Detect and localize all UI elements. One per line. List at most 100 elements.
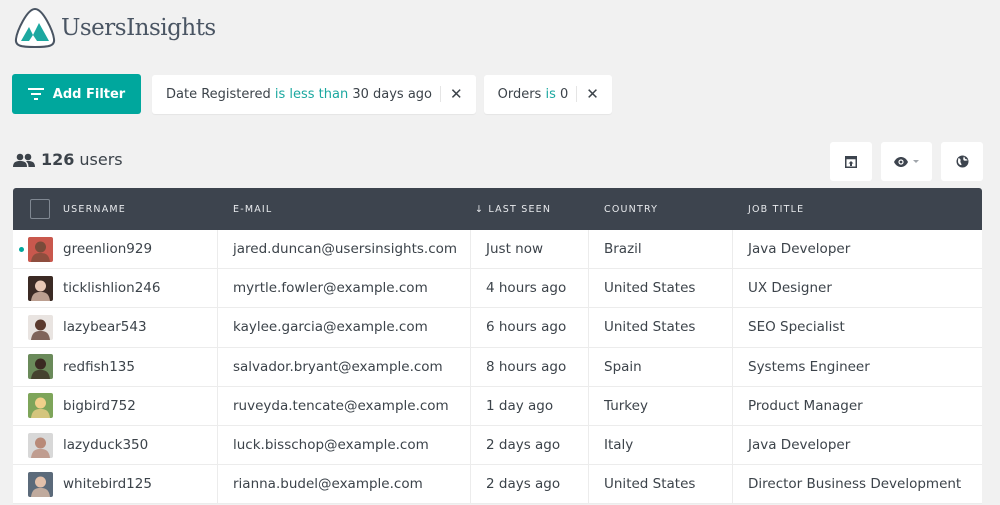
filter-value: 30 days ago [352,86,433,102]
close-icon[interactable]: ✕ [586,85,599,103]
job-title-cell: Director Business Development [733,465,982,503]
job-title-cell: Systems Engineer [733,348,982,386]
table-toolbar [830,142,983,181]
username-cell: lazybear543 [13,308,218,347]
last-seen-cell: 2 days ago [471,425,589,465]
country: Italy [604,437,634,454]
email: jared.duncan@usersinsights.com [233,241,458,258]
last-seen: 2 days ago [486,476,561,493]
email-cell: ruveyda.tencate@example.com [218,386,471,425]
table-row[interactable]: greenlion929 jared.duncan@usersinsights.… [13,230,982,270]
map-view-button[interactable] [941,142,983,181]
last-seen: 8 hours ago [486,358,567,375]
column-header-job-title[interactable]: JOB TITLE [748,204,804,215]
visible-columns-button[interactable] [881,142,932,181]
table-row[interactable]: lazybear543 kaylee.garcia@example.com 6 … [13,308,982,348]
add-filter-label: Add Filter [52,86,126,102]
last-seen-cell: 8 hours ago [471,347,589,386]
username-cell: lazyduck350 [13,425,218,465]
last-seen: Just now [486,241,544,258]
users-table: USERNAME E-MAIL ↓ LAST SEEN COUNTRY JOB … [13,188,982,505]
select-all-checkbox[interactable] [30,199,50,219]
username-cell: ticklishlion246 [13,269,218,308]
username[interactable]: lazybear543 [63,319,147,335]
avatar[interactable] [28,314,53,340]
username[interactable]: redfish135 [63,359,135,375]
column-header-email[interactable]: E-MAIL [233,204,272,215]
last-seen-cell: Just now [471,230,589,269]
job-title-cell: Java Developer [733,230,982,268]
globe-icon [956,155,968,168]
last-seen: 2 days ago [486,437,561,454]
username[interactable]: bigbird752 [63,398,136,414]
filter-pill-orders[interactable]: Orders is 0 ✕ [483,74,612,114]
email: myrtle.fowler@example.com [233,280,428,297]
country-cell: United States [589,269,733,308]
job-title-cell: Java Developer [733,426,982,464]
export-icon [845,155,857,168]
table-body: greenlion929 jared.duncan@usersinsights.… [13,230,982,505]
filter-bar: Add Filter Date Registered is less than … [12,74,612,114]
country-cell: Brazil [589,230,733,269]
column-header-country[interactable]: COUNTRY [604,204,658,215]
close-icon[interactable]: ✕ [450,85,463,103]
job-title: Java Developer [748,437,851,454]
eye-icon [894,156,908,167]
filter-field: Orders [497,86,542,102]
filter-operator: is less than [274,86,349,102]
avatar[interactable] [28,471,53,497]
table-row[interactable]: lazyduck350 luck.bisschop@example.com 2 … [13,425,982,466]
username[interactable]: greenlion929 [63,241,152,257]
avatar[interactable] [28,432,53,458]
table-header: USERNAME E-MAIL ↓ LAST SEEN COUNTRY JOB … [13,188,982,230]
email: rianna.budel@example.com [233,476,423,493]
country-cell: United States [589,308,733,347]
last-seen: 6 hours ago [486,319,567,336]
email: luck.bisschop@example.com [233,437,429,454]
user-count-label: users [79,150,123,169]
avatar[interactable] [28,275,53,301]
email-cell: salvador.bryant@example.com [218,347,471,386]
job-title: UX Designer [748,280,832,297]
add-filter-button[interactable]: Add Filter [12,74,141,114]
job-title: Java Developer [748,241,851,258]
last-seen-cell: 6 hours ago [471,308,589,347]
username-cell: greenlion929 [13,230,218,269]
avatar[interactable] [28,236,53,262]
user-count-number: 126 [41,150,75,169]
users-icon [13,153,35,167]
export-button[interactable] [830,142,872,181]
avatar[interactable] [28,393,53,419]
last-seen-cell: 1 day ago [471,386,589,425]
email: kaylee.garcia@example.com [233,319,428,336]
table-row[interactable]: ticklishlion246 myrtle.fowler@example.co… [13,269,982,309]
divider [576,86,578,102]
table-row[interactable]: whitebird125 rianna.budel@example.com 2 … [13,465,982,505]
column-header-last-seen[interactable]: ↓ LAST SEEN [475,204,551,215]
table-row[interactable]: bigbird752 ruveyda.tencate@example.com 1… [13,386,982,426]
country-cell: Italy [589,425,733,465]
country-cell: United States [589,465,733,504]
email-cell: myrtle.fowler@example.com [218,269,471,308]
email: salvador.bryant@example.com [233,358,443,375]
app-name: UsersInsights [61,15,216,41]
column-header-username[interactable]: USERNAME [63,204,126,215]
job-title-cell: SEO Specialist [733,308,982,346]
job-title: Systems Engineer [748,358,870,375]
email-cell: rianna.budel@example.com [218,465,471,504]
email-cell: luck.bisschop@example.com [218,425,471,465]
table-row[interactable]: redfish135 salvador.bryant@example.com 8… [13,347,982,387]
online-indicator [19,247,24,252]
username[interactable]: ticklishlion246 [63,280,160,296]
app-logo[interactable]: UsersInsights [13,7,216,49]
filter-pill-date-registered[interactable]: Date Registered is less than 30 days ago… [152,74,476,114]
last-seen-cell: 2 days ago [471,465,589,504]
username-cell: redfish135 [13,347,218,386]
country: United States [604,476,696,493]
avatar[interactable] [28,354,53,380]
username[interactable]: lazyduck350 [63,437,148,453]
email: ruveyda.tencate@example.com [233,397,449,414]
job-title: Director Business Development [748,476,962,493]
username[interactable]: whitebird125 [63,476,152,492]
email-cell: jared.duncan@usersinsights.com [218,230,471,269]
